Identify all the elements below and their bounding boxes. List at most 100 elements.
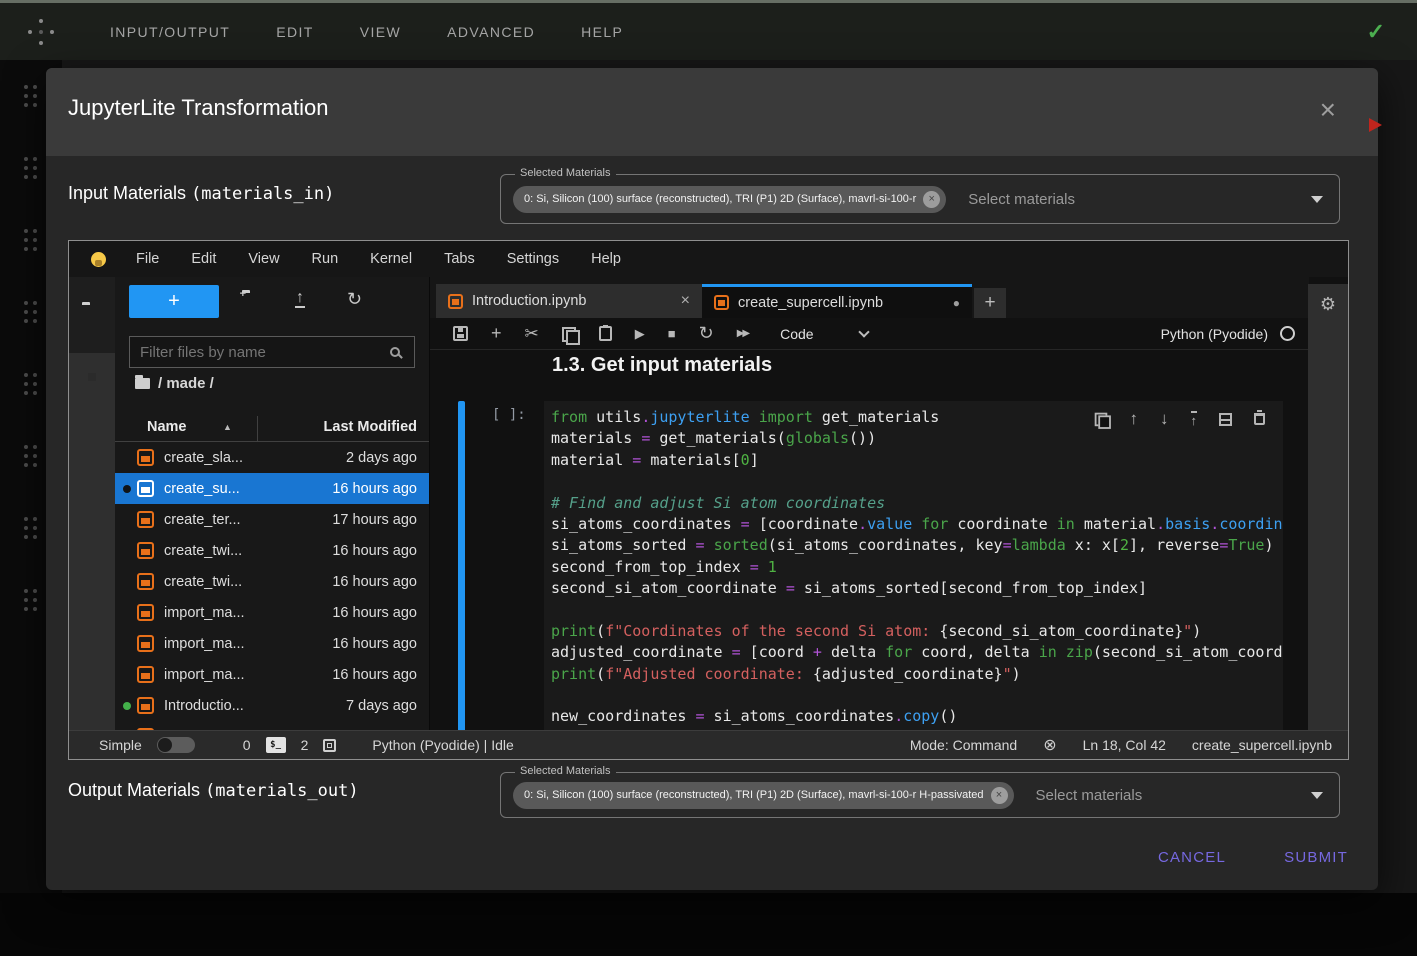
drag-grip-icon[interactable] [24, 85, 38, 108]
file-row[interactable]: import_ma...16 hours ago [115, 597, 429, 628]
chip-delete-icon[interactable]: × [991, 787, 1008, 804]
restart-run-all-button[interactable]: ▶▶ [737, 328, 748, 339]
filter-files-input[interactable] [130, 344, 390, 361]
chevron-down-icon [858, 326, 869, 337]
chip-delete-icon[interactable]: × [923, 191, 940, 208]
drag-grip-icon[interactable] [24, 517, 38, 540]
tab-introduction[interactable]: Introduction.ipynb × [436, 284, 702, 318]
file-row[interactable]: create_sla...2 days ago [115, 442, 429, 473]
mode-indicator[interactable]: Mode: Command [910, 737, 1017, 753]
breadcrumb-path: / made / [158, 375, 214, 392]
new-tab-button[interactable]: + [974, 288, 1006, 318]
chevron-down-icon[interactable] [1311, 196, 1323, 203]
column-last-modified[interactable]: Last Modified [324, 419, 417, 435]
drag-grip-icon[interactable] [24, 373, 38, 396]
upload-button[interactable]: ↑ [295, 289, 305, 307]
file-row[interactable]: create_ter...17 hours ago [115, 504, 429, 535]
shield-x-icon[interactable]: ⊗ [1043, 735, 1056, 755]
menu-edit[interactable]: EDIT [276, 24, 314, 40]
menu-input-output[interactable]: INPUT/OUTPUT [110, 24, 230, 40]
breadcrumb[interactable]: / made / [135, 375, 214, 392]
run-button[interactable]: ▶ [635, 326, 645, 342]
refresh-icon: ↻ [347, 289, 362, 309]
refresh-button[interactable]: ↻ [347, 289, 362, 310]
output-material-chip[interactable]: 0: Si, Silicon (100) surface (reconstruc… [513, 782, 1014, 809]
unsaved-dot-icon[interactable]: ● [953, 296, 960, 310]
gear-icon[interactable]: ⚙ [1318, 294, 1338, 315]
jp-menu-help[interactable]: Help [591, 251, 621, 267]
file-row[interactable]: mat3ra-inv...6 days ago [115, 721, 429, 730]
terminals-count[interactable]: 0 [243, 737, 251, 753]
tab-close-icon[interactable]: × [681, 292, 690, 310]
file-row-selected[interactable]: create_su...16 hours ago [115, 473, 429, 504]
cut-button[interactable]: ✂ [525, 324, 539, 344]
input-materials-select[interactable]: Selected Materials 0: Si, Silicon (100) … [500, 174, 1340, 224]
screen: INPUT/OUTPUT EDIT VIEW ADVANCED HELP ✓ J… [0, 0, 1417, 956]
output-materials-select[interactable]: Selected Materials 0: Si, Silicon (100) … [500, 772, 1340, 818]
cursor-position[interactable]: Ln 18, Col 42 [1083, 737, 1166, 753]
jp-menu-view[interactable]: View [248, 251, 279, 267]
close-icon[interactable]: × [1320, 96, 1336, 124]
notebook-file-icon [714, 295, 729, 310]
file-row[interactable]: create_twi...16 hours ago [115, 566, 429, 597]
cell-type-dropdown[interactable]: Code [780, 326, 867, 342]
file-row[interactable]: import_ma...16 hours ago [115, 628, 429, 659]
menu-view[interactable]: VIEW [360, 24, 401, 40]
kernel-chip-icon[interactable] [323, 739, 336, 752]
code-cell[interactable]: from utils.jupyterlite import get_materi… [544, 401, 1283, 730]
kernel-indicator[interactable]: Python (Pyodide) [1161, 326, 1295, 342]
input-material-chip[interactable]: 0: Si, Silicon (100) surface (reconstruc… [513, 186, 946, 213]
move-cell-up-button[interactable]: ↑ [1130, 409, 1139, 429]
right-sidebar-strip: ⚙ [1308, 284, 1348, 730]
jp-menu-file[interactable]: File [136, 251, 159, 267]
drag-grip-icon[interactable] [24, 301, 38, 324]
file-row-running[interactable]: Introductio...7 days ago [115, 690, 429, 721]
code-editor[interactable]: from utils.jupyterlite import get_materi… [544, 401, 1283, 729]
restart-kernel-button[interactable]: ↻ [699, 323, 714, 344]
jp-menu-run[interactable]: Run [312, 251, 339, 267]
drag-grip-icon[interactable] [24, 157, 38, 180]
stop-button[interactable]: ■ [668, 326, 676, 341]
new-launcher-button[interactable]: + [129, 285, 219, 318]
move-cell-down-button[interactable]: ↓ [1160, 409, 1169, 429]
drag-grip-icon[interactable] [24, 445, 38, 468]
kernel-status[interactable]: Python (Pyodide) | Idle [372, 737, 513, 753]
input-materials-var: (materials_in) [191, 184, 334, 204]
cancel-button[interactable]: CANCEL [1158, 840, 1226, 874]
file-row[interactable]: import_ma...16 hours ago [115, 659, 429, 690]
tab-create-supercell[interactable]: create_supercell.ipynb ● [702, 284, 972, 318]
submit-button[interactable]: SUBMIT [1284, 840, 1348, 874]
sort-asc-icon[interactable]: ▲ [223, 422, 232, 432]
save-button[interactable] [453, 326, 468, 341]
jp-menu-edit[interactable]: Edit [191, 251, 216, 267]
drag-grip-icon[interactable] [24, 589, 38, 612]
jp-menu-tabs[interactable]: Tabs [444, 251, 475, 267]
jupyterlite-transformation-dialog: JupyterLite Transformation × Input Mater… [46, 68, 1378, 890]
duplicate-cell-button[interactable] [1094, 412, 1108, 426]
column-name[interactable]: Name [147, 419, 187, 435]
active-cell-bar[interactable] [458, 401, 465, 730]
duplicate-icon [1094, 413, 1107, 426]
jp-menu-kernel[interactable]: Kernel [370, 251, 412, 267]
kernels-count[interactable]: 2 [301, 737, 309, 753]
copy-button[interactable] [562, 327, 576, 341]
dialog-title: JupyterLite Transformation [68, 95, 328, 121]
insert-cell-above-button[interactable]: ↑ [1191, 411, 1198, 427]
simple-mode-toggle[interactable] [157, 737, 195, 753]
statusbar-filename[interactable]: create_supercell.ipynb [1192, 737, 1332, 753]
insert-cell-button[interactable]: + [491, 323, 502, 344]
chevron-down-icon[interactable] [1311, 792, 1323, 799]
running-kernel-dot [123, 702, 131, 710]
terminal-icon[interactable]: $_ [266, 737, 286, 753]
file-list-header: Name ▲ Last Modified [115, 416, 429, 442]
file-row[interactable]: create_twi...16 hours ago [115, 535, 429, 566]
drag-grip-icon[interactable] [24, 229, 38, 252]
insert-cell-below-button[interactable] [1219, 413, 1232, 426]
menu-advanced[interactable]: ADVANCED [447, 24, 535, 40]
menu-help[interactable]: HELP [581, 24, 623, 40]
paste-button[interactable] [599, 326, 612, 341]
jp-menu-settings[interactable]: Settings [507, 251, 559, 267]
app-logo-icon[interactable] [28, 19, 54, 45]
notebook-content[interactable]: 1.3. Get input materials [ ]: from utils… [430, 350, 1309, 730]
delete-cell-button[interactable] [1254, 413, 1265, 425]
